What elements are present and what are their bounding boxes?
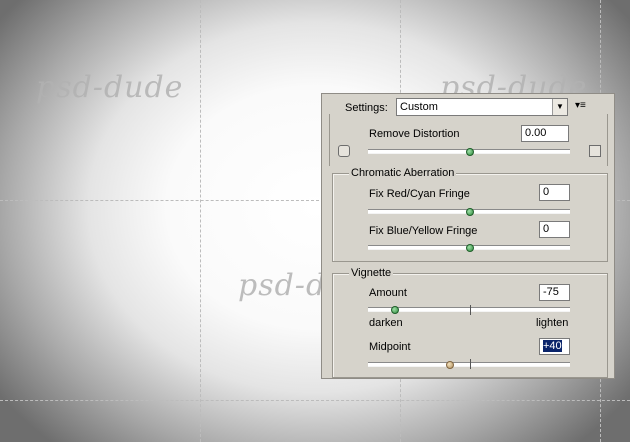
lighten-label: lighten [536, 317, 569, 329]
midpoint-value: +40 [543, 340, 562, 352]
grid-right-icon[interactable] [589, 145, 601, 157]
red-cyan-field[interactable]: 0 [539, 184, 570, 201]
grid-left-icon[interactable] [338, 145, 350, 157]
midpoint-center-tick [470, 359, 471, 369]
chromatic-aberration-title: Chromatic Aberration [349, 167, 457, 179]
watermark: psd-dude [36, 70, 184, 105]
midpoint-label: Midpoint [369, 341, 411, 353]
vignette-title: Vignette [349, 267, 394, 279]
lens-correction-panel: Settings: Custom ▼ ▾≡ Remove Distortion … [321, 93, 615, 379]
remove-distortion-field[interactable]: 0.00 [521, 125, 569, 142]
amount-field[interactable]: -75 [539, 284, 570, 301]
remove-distortion-label: Remove Distortion [369, 128, 460, 140]
panel-menu-icon[interactable]: ▾≡ [575, 100, 586, 111]
darken-label: darken [369, 317, 403, 329]
blue-yellow-field[interactable]: 0 [539, 221, 570, 238]
guide-line-horizontal [0, 400, 630, 401]
midpoint-track[interactable] [368, 362, 570, 367]
amount-label: Amount [369, 287, 407, 299]
dropdown-arrow-icon[interactable]: ▼ [552, 99, 567, 115]
amount-center-tick [470, 305, 471, 315]
settings-label: Settings: [345, 102, 388, 114]
settings-value: Custom [400, 101, 438, 113]
midpoint-field[interactable]: +40 [539, 338, 570, 355]
red-cyan-label: Fix Red/Cyan Fringe [369, 188, 470, 200]
blue-yellow-label: Fix Blue/Yellow Fringe [369, 225, 478, 237]
guide-line-vertical [200, 0, 201, 442]
